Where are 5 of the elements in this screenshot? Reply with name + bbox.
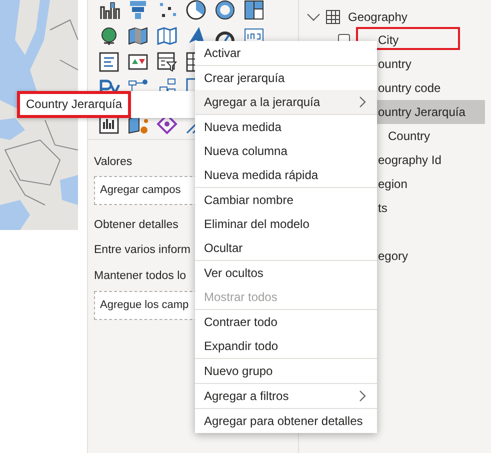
section-title: Valores	[94, 155, 132, 170]
option-label: Mantener todos lo	[94, 269, 186, 284]
section-title: Obtener detalles	[94, 218, 178, 233]
drag-label: Country Jerarquía	[17, 91, 132, 118]
option-label: Entre varios inform	[94, 243, 191, 258]
